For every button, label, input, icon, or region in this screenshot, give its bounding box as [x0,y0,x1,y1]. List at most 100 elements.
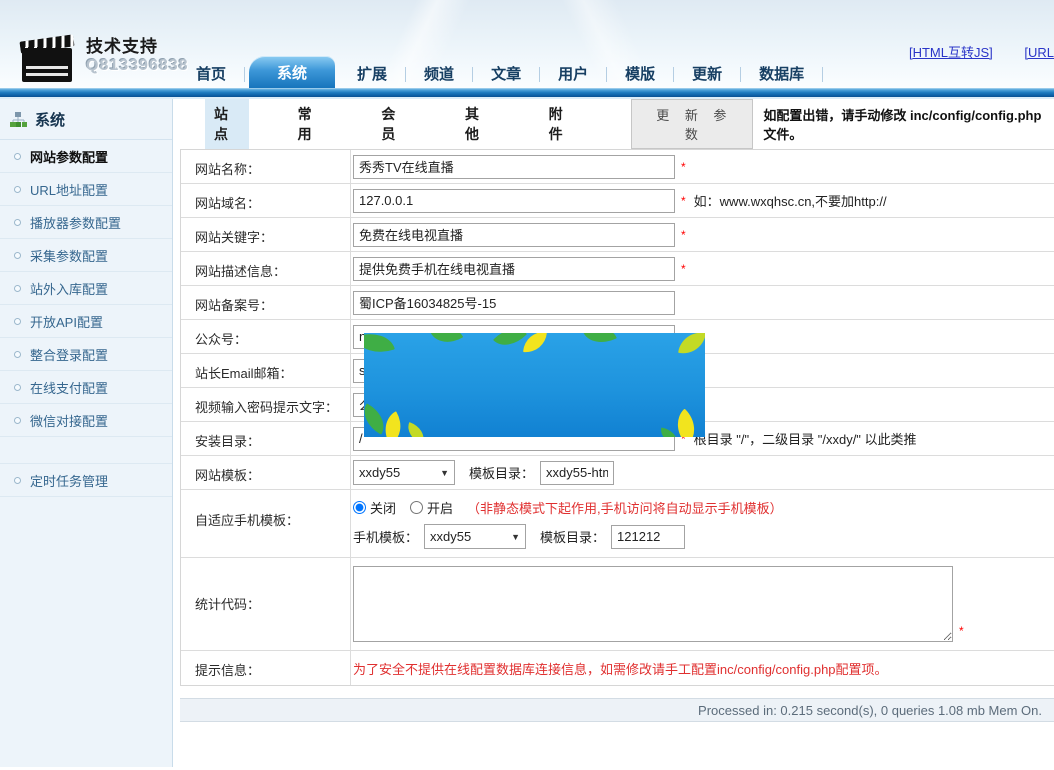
sidebar-spacer [0,437,172,464]
subtab-site[interactable]: 站点 [205,99,249,149]
nav-tab-system[interactable]: 系统 [249,56,335,88]
keywords-input[interactable] [353,223,675,247]
header-blue-bar [0,88,1054,99]
nav-divider [822,67,823,82]
field-label: 网站备案号： [181,286,351,319]
field-label: 统计代码： [181,558,351,650]
adaptive-on-label: 开启 [427,498,453,517]
form-row-keywords: 网站关键字： * [181,218,1054,252]
bullet-icon [14,252,21,259]
sidebar-item-label: 站外入库配置 [30,279,108,298]
description-input[interactable] [353,257,675,281]
nav-tab-extend[interactable]: 扩展 [339,58,405,88]
processing-time-text: Processed in: 0.215 second(s), 0 queries… [698,703,1042,718]
subtab-common[interactable]: 常用 [289,99,333,149]
form-row-site-name: 网站名称： * [181,150,1054,184]
bullet-icon [14,153,21,160]
bullet-icon [14,219,21,226]
mobile-template-label: 手机模板： [353,527,418,546]
top-links: [HTML互转JS] [URL [881,42,1054,61]
sidebar-item-scheduled-tasks[interactable]: 定时任务管理 [0,464,172,497]
bullet-icon [14,318,21,325]
sidebar-item-label: 播放器参数配置 [30,213,121,232]
sidebar-item-player-config[interactable]: 播放器参数配置 [0,206,172,239]
field-label: 安装目录： [181,422,351,455]
site-name-input[interactable] [353,155,675,179]
security-tip-text: 为了安全不提供在线配置数据库连接信息，如需修改请手工配置inc/config/c… [353,659,888,678]
sidebar-item-login-integration[interactable]: 整合登录配置 [0,338,172,371]
footer-status-bar: Processed in: 0.215 second(s), 0 queries… [180,698,1054,722]
nav-tab-article[interactable]: 文章 [473,58,539,88]
sidebar-item-url-config[interactable]: URL地址配置 [0,173,172,206]
bullet-icon [14,384,21,391]
sidebar-item-online-payment[interactable]: 在线支付配置 [0,371,172,404]
form-row-site-domain: 网站域名： * 如：www.wxqhsc.cn,不要加http:// [181,184,1054,218]
install-dir-hint: 根目录 "/"，二级目录 "/xxdy/" 以此类推 [694,429,917,448]
site-template-value: xxdy55 [359,465,400,480]
header: 技术支持 Q813396838 [HTML互转JS] [URL 首页 系统 扩展… [0,0,1054,88]
sidebar-item-label: 定时任务管理 [30,471,108,490]
required-asterisk: * [681,228,686,242]
url-link-truncated[interactable]: [URL [1024,45,1054,60]
mobile-template-value: xxdy55 [430,529,471,544]
sidebar-item-label: 网站参数配置 [30,147,108,166]
sidebar-item-label: URL地址配置 [30,180,108,199]
site-domain-input[interactable] [353,189,675,213]
adaptive-note: （非静态模式下起作用,手机访问将自动显示手机模板） [467,498,783,517]
adaptive-on-radio[interactable] [410,501,423,514]
field-label: 网站域名： [181,184,351,217]
site-template-select[interactable]: xxdy55 ▼ [353,460,455,485]
form-row-site-template: 网站模板： xxdy55 ▼ 模板目录： [181,456,1054,490]
nav-tab-home[interactable]: 首页 [178,58,244,88]
nav-tab-user[interactable]: 用户 [540,58,606,88]
sidebar-item-label: 开放API配置 [30,312,103,331]
sidebar-item-external-storage[interactable]: 站外入库配置 [0,272,172,305]
bullet-icon [14,186,21,193]
template-dir-input[interactable] [540,461,614,485]
sidebar-item-site-params[interactable]: 网站参数配置 [0,140,172,173]
sidebar-item-label: 微信对接配置 [30,411,108,430]
mobile-template-dir-label: 模板目录： [540,527,605,546]
required-asterisk: * [681,262,686,276]
required-asterisk: * [959,624,964,638]
sidebar-header: 系统 [0,99,172,140]
field-label: 提示信息： [181,651,351,685]
nav-tab-channel[interactable]: 频道 [406,58,472,88]
sidebar-item-open-api[interactable]: 开放API配置 [0,305,172,338]
nav-tab-database[interactable]: 数据库 [741,58,822,88]
main-nav: 首页 系统 扩展 频道 文章 用户 模版 更新 数据库 [178,56,823,88]
html-to-js-link[interactable]: [HTML互转JS] [909,45,993,60]
nav-tab-template[interactable]: 模版 [607,58,673,88]
stats-code-textarea[interactable] [353,566,953,642]
sidebar-item-label: 采集参数配置 [30,246,108,265]
chevron-down-icon: ▼ [440,468,449,478]
field-label: 视频输入密码提示文字： [181,388,351,421]
config-warning-text: 如配置出错，请手动修改 inc/config/config.php文件。 [763,105,1054,143]
sidebar-item-wechat-config[interactable]: 微信对接配置 [0,404,172,437]
subtab-attachment[interactable]: 附件 [540,99,584,149]
bullet-icon [14,285,21,292]
subtab-strip: 站点 常用 会员 其他 附件 更 新 参 数 如配置出错，请手动修改 inc/c… [180,99,1054,149]
required-asterisk: * [681,194,686,208]
required-asterisk: * [681,160,686,174]
censor-overlay-image [364,333,705,437]
nav-tab-update[interactable]: 更新 [674,58,740,88]
adaptive-off-radio[interactable] [353,501,366,514]
mobile-template-dir-input[interactable] [611,525,685,549]
icp-input[interactable] [353,291,675,315]
mobile-template-select[interactable]: xxdy55 ▼ [424,524,526,549]
domain-hint: 如：www.wxqhsc.cn,不要加http:// [694,191,887,210]
logo-title: 技术支持 [86,32,189,57]
template-dir-label: 模板目录： [469,463,534,482]
field-label: 网站描述信息： [181,252,351,285]
subtab-other[interactable]: 其他 [456,99,500,149]
bullet-icon [14,477,21,484]
sidebar-item-collect-config[interactable]: 采集参数配置 [0,239,172,272]
update-params-button[interactable]: 更 新 参 数 [631,99,753,149]
chevron-down-icon: ▼ [511,532,520,542]
form-row-tip: 提示信息： 为了安全不提供在线配置数据库连接信息，如需修改请手工配置inc/co… [181,651,1054,685]
sidebar-item-label: 整合登录配置 [30,345,108,364]
bullet-icon [14,351,21,358]
subtab-member[interactable]: 会员 [372,99,416,149]
field-label: 公众号： [181,320,351,353]
